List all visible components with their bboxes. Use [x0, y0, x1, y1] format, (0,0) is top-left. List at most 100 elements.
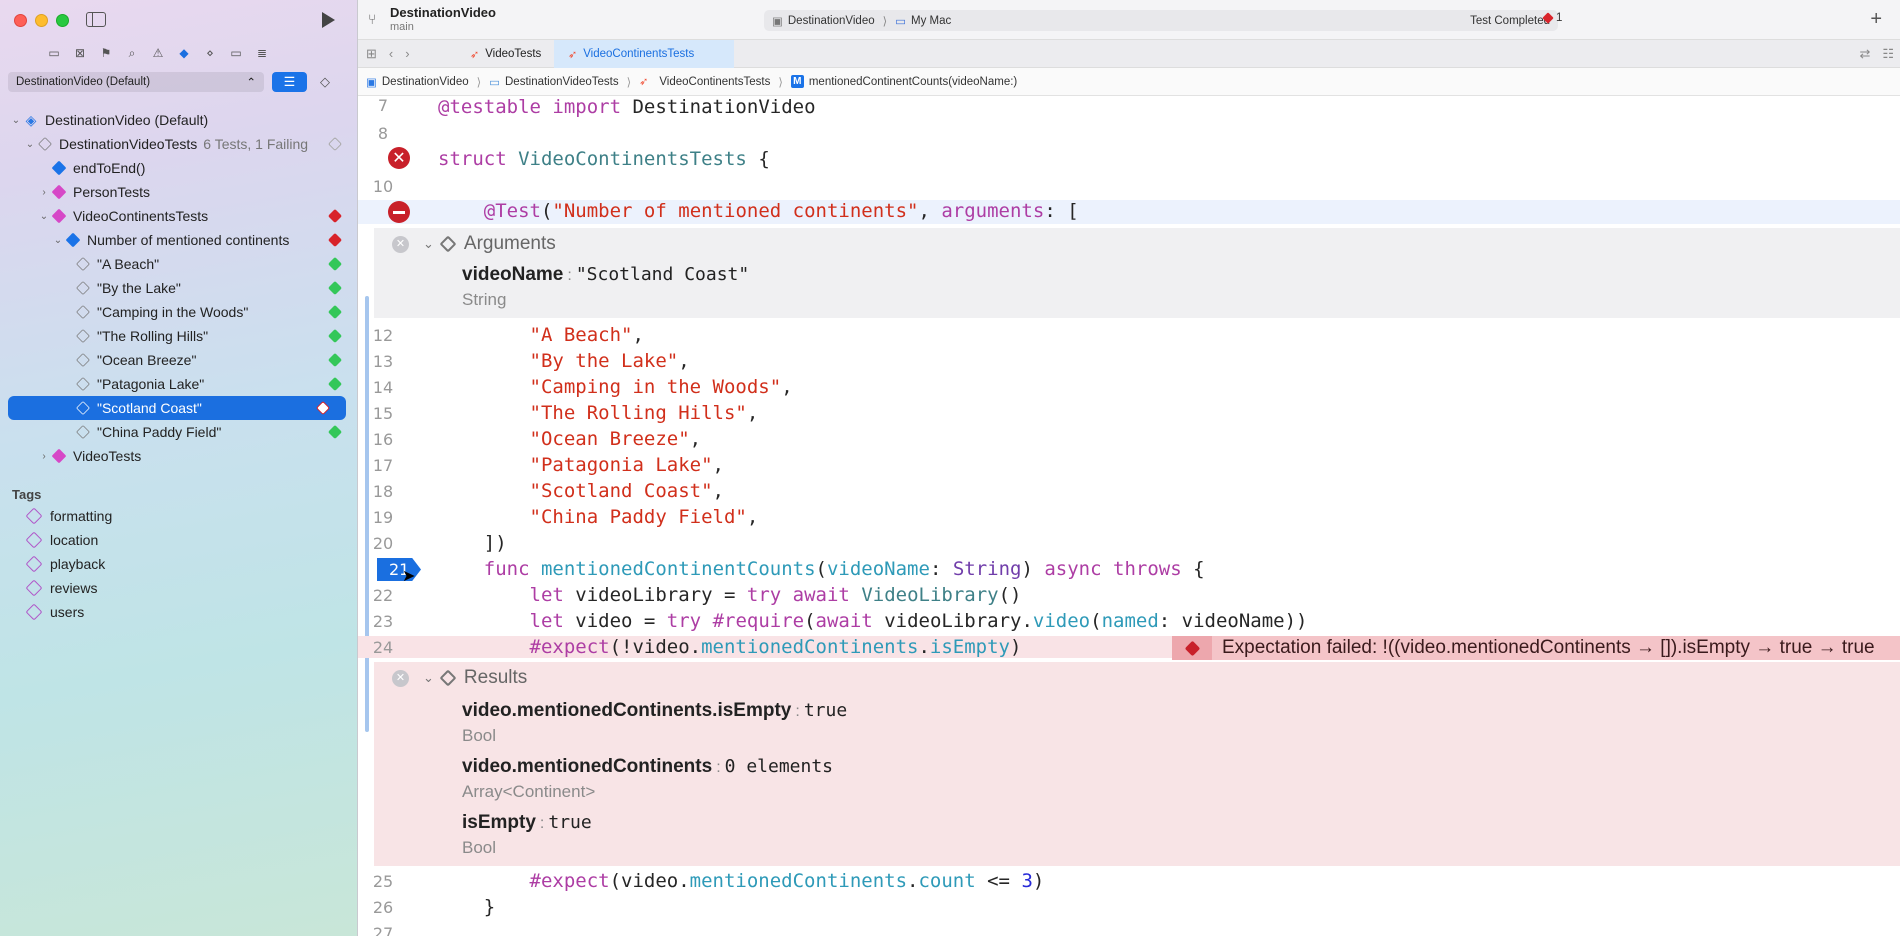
chevron-down-icon[interactable]: ⌄ — [423, 236, 434, 252]
tab-videocontinentstests[interactable]: ➶ VideoContinentsTests — [554, 40, 734, 68]
code-line-18: "Scotland Coast", — [529, 480, 724, 502]
test-tree-item[interactable]: ⌄ ◈ DestinationVideo (Default) — [0, 108, 358, 132]
test-bundle-icon — [38, 137, 52, 151]
test-tree-item[interactable]: "Camping in the Woods" — [0, 300, 358, 324]
destination-name[interactable]: My Mac — [911, 15, 951, 27]
test-failed-minus-icon[interactable] — [388, 201, 410, 223]
error-banner[interactable]: Expectation failed: !((video.mentionedCo… — [1172, 636, 1900, 660]
swift-icon: ➶ — [470, 48, 480, 61]
code-line-9: struct VideoContinentsTests { — [438, 148, 770, 170]
test-passed-icon[interactable] — [327, 280, 343, 296]
chevron-down-icon[interactable]: ⌄ — [38, 211, 50, 222]
test-tree-item[interactable]: ⌄ VideoContinentsTests — [0, 204, 358, 228]
line-number: 15 — [372, 404, 394, 423]
error-diamond-icon — [1542, 12, 1554, 24]
tag-item[interactable]: users — [0, 600, 358, 624]
tag-filter-icon[interactable]: ◇ — [320, 74, 336, 90]
test-passed-icon[interactable] — [327, 256, 343, 272]
tag-label: users — [50, 604, 85, 620]
minimize-window-button[interactable] — [35, 14, 48, 27]
grid-icon[interactable]: ⊞ — [366, 46, 377, 62]
find-icon[interactable]: ⌕ — [124, 46, 140, 60]
issue-icon[interactable]: ⚠ — [150, 46, 166, 60]
close-icon[interactable]: ✕ — [392, 235, 409, 253]
test-plan-select[interactable]: DestinationVideo (Default) ⌃ — [8, 72, 264, 92]
test-tree-item[interactable]: "China Paddy Field" — [0, 420, 358, 444]
folder-icon[interactable]: ▭ — [46, 46, 62, 60]
test-tree-label: PersonTests — [73, 184, 151, 200]
test-passed-icon[interactable] — [327, 424, 343, 440]
breadcrumb-label: DestinationVideo — [381, 75, 469, 88]
line-number: 23 — [372, 612, 394, 631]
sidebar-toggle-icon[interactable] — [86, 12, 106, 27]
line-number: 22 — [372, 586, 394, 605]
chevron-down-icon[interactable]: ⌄ — [423, 670, 434, 686]
run-icon[interactable] — [322, 12, 335, 28]
editor-options-icon[interactable]: ☷ — [1882, 46, 1894, 62]
breadcrumb-file[interactable]: ➶ VideoContinentsTests — [639, 75, 770, 89]
code-line-7: @testable import DestinationVideo — [438, 96, 816, 118]
line-number: 12 — [372, 326, 394, 345]
tag-item[interactable]: reviews — [0, 576, 358, 600]
test-tree-item[interactable]: "Scotland Coast" — [8, 396, 346, 420]
test-tree-item[interactable]: "By the Lake" — [0, 276, 358, 300]
tag-item[interactable]: playback — [0, 552, 358, 576]
test-navigator-icon[interactable]: ◆ — [176, 46, 192, 60]
test-failed-icon[interactable]: ✕ — [388, 147, 410, 169]
list-filter-button[interactable]: ☰ — [272, 72, 307, 92]
build-status: Test Completed — [1470, 14, 1550, 27]
test-passed-icon[interactable] — [327, 328, 343, 344]
breadcrumb-label: DestinationVideoTests — [505, 75, 619, 88]
test-passed-icon[interactable] — [327, 376, 343, 392]
forward-icon[interactable]: › — [405, 46, 409, 62]
bookmark-icon[interactable]: ⚑ — [98, 46, 114, 60]
error-count-badge[interactable]: 1 — [1542, 12, 1562, 24]
tag-label: location — [50, 532, 99, 548]
back-icon[interactable]: ‹ — [389, 46, 393, 62]
test-failed-icon[interactable] — [327, 208, 343, 224]
test-argument-icon — [76, 425, 90, 439]
refresh-icon[interactable]: ⇄ — [1859, 46, 1870, 62]
tag-icon — [25, 507, 43, 525]
breadcrumb-folder[interactable]: ▭ DestinationVideoTests — [489, 75, 618, 89]
breadcrumb: ▣ DestinationVideo ⟩ ▭ DestinationVideoTes… — [358, 68, 1900, 96]
line-number: 7 — [377, 96, 389, 115]
chevron-right-icon[interactable]: › — [38, 451, 50, 462]
code-line-25: #expect(video.mentionedContinents.count … — [529, 870, 1045, 892]
test-passed-icon[interactable] — [327, 352, 343, 368]
add-icon[interactable]: + — [1870, 8, 1882, 31]
zoom-window-button[interactable] — [56, 14, 69, 27]
test-failed-icon[interactable] — [327, 232, 343, 248]
test-tree-item[interactable]: "Patagonia Lake" — [0, 372, 358, 396]
close-icon[interactable]: ✕ — [392, 669, 409, 687]
code-editor[interactable]: 7 @testable import DestinationVideo 8 ✕ … — [358, 96, 1900, 936]
test-tree-item[interactable]: "Ocean Breeze" — [0, 348, 358, 372]
breadcrumb-project[interactable]: ▣ DestinationVideo — [366, 75, 469, 89]
test-passed-icon[interactable] — [327, 304, 343, 320]
run-test-icon[interactable] — [327, 136, 343, 152]
activity-view[interactable]: ▣ DestinationVideo ⟩ ▭ My Mac Test Compl… — [764, 10, 1558, 31]
tag-item[interactable]: formatting — [0, 504, 358, 528]
test-tree-item[interactable]: ⌄ Number of mentioned continents — [0, 228, 358, 252]
chevron-down-icon[interactable]: ⌄ — [24, 139, 36, 150]
test-tree-item[interactable]: › PersonTests — [0, 180, 358, 204]
tag-item[interactable]: location — [0, 528, 358, 552]
chevron-down-icon[interactable]: ⌄ — [10, 115, 22, 126]
test-tree-item[interactable]: endToEnd() — [0, 156, 358, 180]
test-tree-item[interactable]: › VideoTests — [0, 444, 358, 468]
test-failed-icon[interactable] — [315, 400, 331, 416]
test-argument-icon — [76, 257, 90, 271]
breadcrumb-symbol[interactable]: MmentionedContinentCounts(videoName:) — [790, 75, 1017, 88]
debug-icon[interactable]: ⋄ — [202, 46, 218, 60]
test-tree-item[interactable]: ⌄ DestinationVideoTests 6 Tests, 1 Failing — [0, 132, 358, 156]
source-control-icon[interactable]: ⊠ — [72, 46, 88, 60]
test-tree-item[interactable]: "A Beach" — [0, 252, 358, 276]
test-tree-label: "The Rolling Hills" — [97, 328, 209, 344]
test-tree-item[interactable]: "The Rolling Hills" — [0, 324, 358, 348]
chevron-down-icon[interactable]: ⌄ — [52, 235, 64, 246]
breakpoint-icon[interactable]: ▭ — [228, 46, 244, 60]
report-icon[interactable]: ≣ — [254, 46, 270, 60]
scheme-name[interactable]: DestinationVideo — [788, 15, 875, 27]
chevron-right-icon[interactable]: › — [38, 187, 50, 198]
close-window-button[interactable] — [14, 14, 27, 27]
